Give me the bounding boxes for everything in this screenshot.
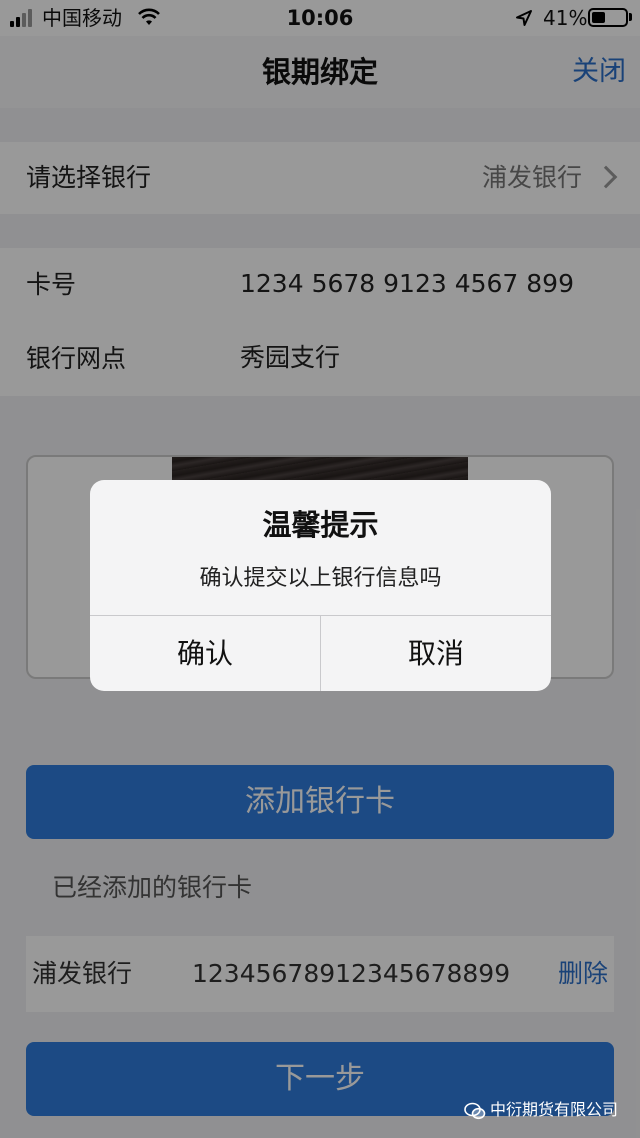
dialog-title: 温馨提示 [262, 508, 379, 542]
watermark-text: 中衍期货有限公司 [490, 1100, 619, 1119]
wechat-icon [464, 1102, 486, 1119]
dialog-confirm-button[interactable]: 确认 [90, 616, 320, 691]
dialog-message: 确认提交以上银行信息吗 [199, 566, 442, 591]
confirm-dialog: 温馨提示 确认提交以上银行信息吗 确认 取消 [90, 480, 551, 691]
watermark: 中衍期货有限公司 [464, 1096, 618, 1124]
dialog-cancel-button[interactable]: 取消 [321, 616, 551, 691]
